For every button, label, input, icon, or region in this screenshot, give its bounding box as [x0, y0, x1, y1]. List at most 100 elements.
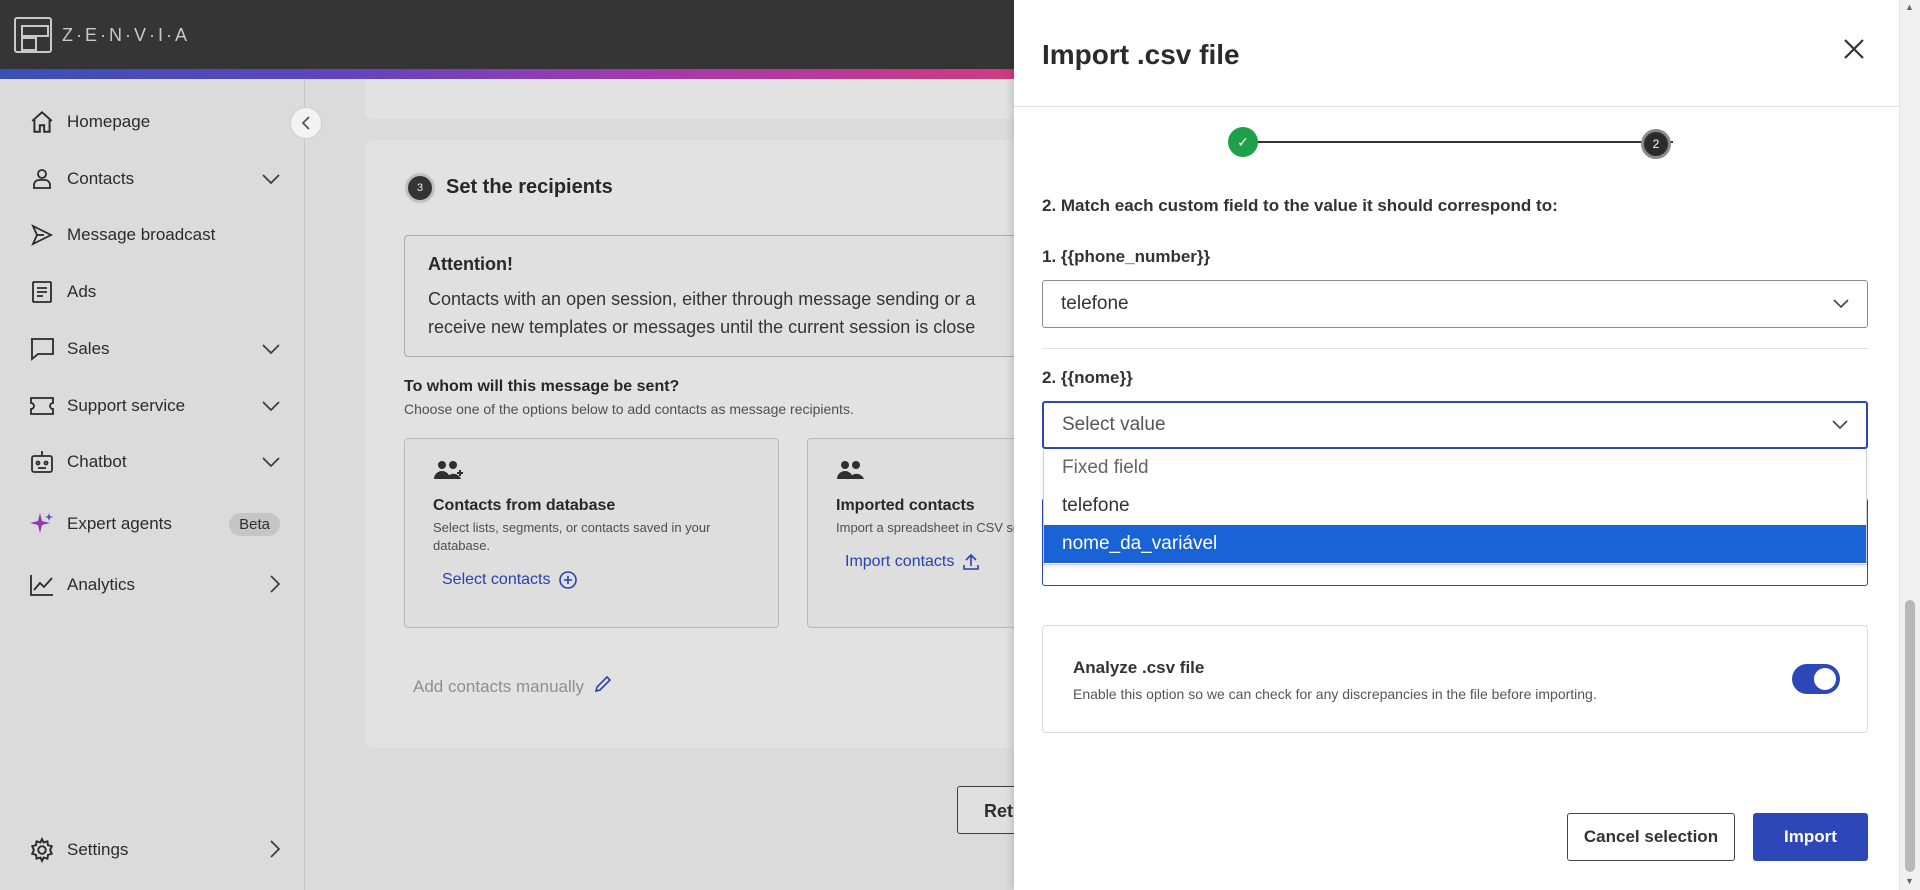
dropdown-option-fixed-field[interactable]: Fixed field [1044, 449, 1866, 487]
dropdown-option-telefone[interactable]: telefone [1044, 487, 1866, 525]
chevron-down-icon [1832, 416, 1848, 434]
nome-select[interactable]: Select value [1042, 401, 1868, 449]
checkmark-icon: ✓ [1237, 133, 1249, 150]
attention-notice: Attention! Contacts with an open session… [404, 235, 1044, 357]
upload-icon [963, 553, 980, 570]
chevron-down-icon [1833, 295, 1849, 313]
zenvia-logo[interactable]: Z·E·N·V·I·A [14, 17, 190, 53]
add-manual-label: Add contacts manually [413, 676, 585, 696]
field-label-phone: 1. {{phone_number}} [1042, 247, 1211, 266]
mapping-instruction: 2. Match each custom field to the value … [1042, 196, 1558, 215]
brand-gradient-bar [0, 69, 1014, 79]
drawer-title: Import .csv file [1042, 39, 1240, 70]
select-placeholder: Select value [1062, 414, 1166, 435]
sidebar-item-label: Analytics [67, 575, 136, 594]
scroll-thumb[interactable] [1905, 600, 1915, 872]
send-icon [28, 221, 56, 249]
recipients-hint: Choose one of the options below to add c… [404, 401, 854, 417]
scroll-up-arrow-icon[interactable]: ▲ [1905, 2, 1914, 12]
phone-number-select[interactable]: telefone [1042, 280, 1868, 328]
chevron-right-icon [270, 839, 281, 861]
sparkle-icon [28, 510, 56, 538]
sidebar-item-message-broadcast[interactable]: Message broadcast [28, 219, 280, 251]
drawer-scrollbar[interactable]: ▲ ▼ [1899, 0, 1920, 890]
link-label: Import contacts [845, 553, 955, 570]
close-icon [1844, 39, 1864, 59]
top-header: Z·E·N·V·I·A [0, 0, 1014, 79]
sidebar-item-label: Homepage [67, 112, 151, 131]
option-title: Contacts from database [433, 497, 616, 514]
sidebar-item-label: Ads [67, 282, 97, 301]
sidebar-item-label: Contacts [67, 169, 135, 188]
sidebar: Homepage Contacts Message broadcast Ads … [0, 79, 305, 890]
chat-bubble-icon [28, 335, 56, 363]
import-button[interactable]: Import [1753, 813, 1868, 861]
previous-step-card [365, 79, 1065, 119]
sidebar-item-settings[interactable]: Settings [28, 834, 281, 866]
dropdown-option-nome-da-variavel[interactable]: nome_da_variável [1044, 525, 1866, 563]
plus-circle-icon [558, 571, 577, 589]
gear-icon [28, 836, 56, 864]
chevron-down-icon [262, 454, 280, 470]
field-label-nome: 2. {{nome}} [1042, 368, 1133, 387]
attention-text-line: receive new templates or messages until … [428, 317, 976, 337]
chevron-left-icon [301, 116, 310, 130]
select-value: telefone [1061, 293, 1129, 314]
select-contacts-link[interactable]: Select contacts [442, 571, 577, 589]
chevron-down-icon [262, 341, 280, 357]
analyze-description: Enable this option so we can check for a… [1073, 686, 1597, 702]
option-card-database[interactable]: Contacts from database Select lists, seg… [404, 438, 779, 628]
add-contacts-manually-link[interactable]: Add contacts manually [413, 675, 612, 698]
sidebar-item-sales[interactable]: Sales [28, 333, 280, 365]
import-contacts-link[interactable]: Import contacts [845, 553, 980, 571]
logo-mark-icon [14, 17, 52, 53]
sidebar-item-label: Sales [67, 339, 110, 358]
section-title: Set the recipients [446, 176, 613, 198]
sidebar-item-support-service[interactable]: Support service [28, 390, 280, 422]
home-icon [28, 108, 56, 136]
analyze-csv-panel: Analyze .csv file Enable this option so … [1042, 625, 1868, 733]
ticket-icon [28, 392, 56, 420]
drawer-header: Import .csv file [1014, 0, 1899, 107]
nome-dropdown-menu: Fixed field telefone nome_da_variável [1043, 449, 1867, 565]
option-description: Select lists, segments, or contacts save… [433, 520, 711, 553]
attention-heading: Attention! [428, 254, 513, 274]
sidebar-item-label: Support service [67, 396, 186, 415]
import-csv-drawer: Import .csv file ✓ 2 2. Match each custo… [1014, 0, 1920, 890]
analyze-csv-toggle[interactable] [1792, 664, 1840, 694]
chevron-down-icon [262, 171, 280, 187]
sidebar-item-label: Expert agents [67, 514, 172, 533]
step-number-badge: 3 [405, 173, 435, 203]
stepper-track [1243, 141, 1673, 143]
recipients-card: 3 Set the recipients Attention! Contacts… [365, 140, 1182, 748]
sidebar-item-analytics[interactable]: Analytics [28, 569, 281, 601]
logo-text: Z·E·N·V·I·A [62, 24, 190, 45]
close-button[interactable] [1839, 37, 1869, 67]
chevron-right-icon [270, 574, 281, 596]
users-group-icon [433, 459, 750, 489]
sidebar-item-expert-agents[interactable]: Expert agents Beta [28, 508, 280, 540]
attention-text-line: Contacts with an open session, either th… [428, 289, 976, 309]
robot-icon [28, 448, 56, 476]
sidebar-item-chatbot[interactable]: Chatbot [28, 446, 280, 478]
beta-badge: Beta [229, 512, 280, 536]
sidebar-item-label: Message broadcast [67, 225, 216, 244]
analyze-title: Analyze .csv file [1073, 658, 1205, 677]
recipients-question: To whom will this message be sent? [404, 378, 680, 395]
chart-line-icon [28, 571, 56, 599]
step-current-badge: 2 [1641, 129, 1671, 159]
sidebar-item-label: Settings [67, 840, 129, 859]
sidebar-item-ads[interactable]: Ads [28, 276, 280, 308]
chevron-down-icon [262, 398, 280, 414]
sidebar-item-homepage[interactable]: Homepage [28, 106, 280, 138]
field-divider [1042, 348, 1868, 349]
scroll-down-arrow-icon[interactable]: ▼ [1905, 876, 1914, 886]
document-icon [28, 278, 56, 306]
user-icon [28, 165, 56, 193]
step-complete-badge: ✓ [1228, 127, 1258, 157]
sidebar-item-label: Chatbot [67, 452, 127, 471]
pencil-icon [594, 675, 612, 698]
sidebar-item-contacts[interactable]: Contacts [28, 163, 280, 195]
sidebar-collapse-button[interactable] [290, 107, 322, 139]
cancel-selection-button[interactable]: Cancel selection [1567, 813, 1735, 861]
